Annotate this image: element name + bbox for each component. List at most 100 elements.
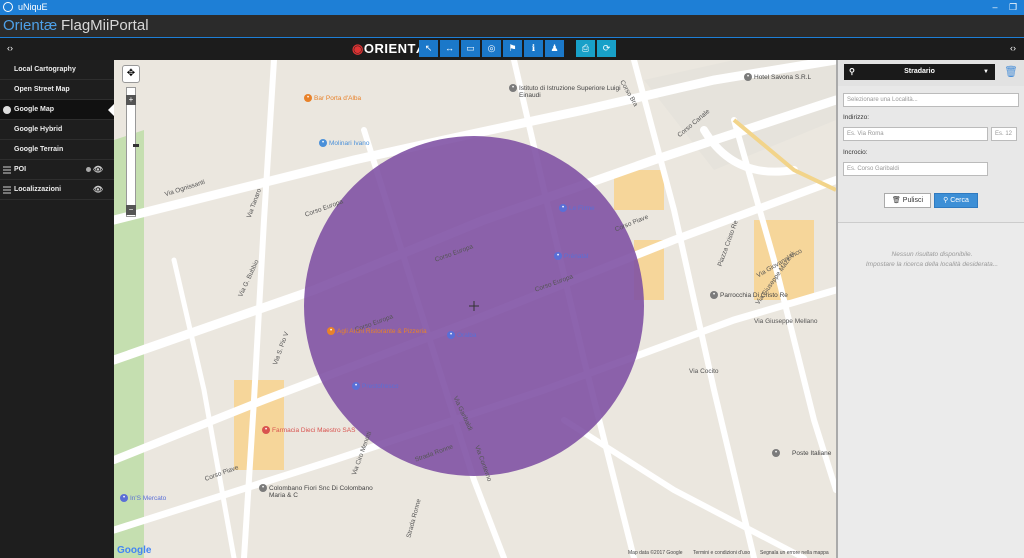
attribution-mapdata: Map data ©2017 Google: [628, 550, 683, 556]
search-mode-label: Stradario: [904, 68, 935, 75]
flag-icon[interactable]: ⚑: [503, 40, 522, 57]
map-toolbar: ‹› ◉ORIENTÆ ↖ ↔ ▭ ◎ ⚑ ℹ ♟ ⎙ ⟳ ‹›: [0, 38, 1024, 60]
group-label: Localizzazioni: [14, 186, 62, 193]
menu-icon: [3, 166, 11, 174]
address-input[interactable]: Es. Via Roma: [843, 127, 988, 141]
tool-group-main: ↖ ↔ ▭ ◎ ⚑ ℹ ♟: [419, 40, 564, 57]
layer-open-street-map[interactable]: Open Street Map: [0, 80, 114, 100]
group-localizzazioni[interactable]: Localizzazioni 👁: [0, 180, 114, 200]
print-icon[interactable]: ⎙: [576, 40, 595, 57]
poi-pin-icon[interactable]: •: [304, 94, 312, 102]
poi-label[interactable]: Bar Porta d'Alba: [314, 95, 361, 102]
poi-label[interactable]: Farmacia Dieci Maestro SAS: [272, 427, 355, 434]
layer-local-cartography[interactable]: Local Cartography: [0, 60, 114, 80]
attribution-report[interactable]: Segnala un errore nella mappa: [760, 550, 829, 556]
measure-distance-icon[interactable]: ↔: [440, 40, 459, 57]
poi-pin-icon[interactable]: •: [262, 426, 270, 434]
pan-control[interactable]: ✥: [122, 65, 140, 83]
poi-label[interactable]: Agli Archi Ristorante & Pizzeria: [337, 328, 427, 335]
app-icon: [3, 2, 13, 12]
eye-icon[interactable]: 👁: [93, 180, 103, 200]
address-label: Indirizzo:: [843, 114, 870, 121]
google-logo: Google: [117, 545, 152, 556]
empty-line-2: Impostare la ricerca della località desi…: [865, 261, 999, 268]
poi-pin-icon[interactable]: •: [509, 84, 517, 92]
zoom-in-button[interactable]: +: [126, 95, 136, 105]
collapse-right-icon[interactable]: ‹›: [1005, 41, 1021, 56]
refresh-icon[interactable]: ⟳: [597, 40, 616, 57]
poi-pin-icon[interactable]: •: [710, 291, 718, 299]
poi-label[interactable]: In'S Mercato: [130, 495, 166, 502]
poi-label[interactable]: Oralba: [457, 332, 477, 339]
empty-line-1: Nessun risultato disponibile.: [891, 251, 973, 258]
trash-icon[interactable]: 🗑: [1004, 65, 1018, 78]
portal-name: FlagMiiPortal: [61, 17, 149, 34]
map-canvas: [114, 60, 836, 558]
poi-pin-icon[interactable]: •: [259, 484, 267, 492]
info-icon[interactable]: ℹ: [524, 40, 543, 57]
poi-pin-icon[interactable]: •: [319, 139, 327, 147]
number-input[interactable]: Es. 12: [991, 127, 1017, 141]
app-brand: Orientæ: [3, 17, 58, 34]
poi-label[interactable]: Poste Italiane: [792, 450, 831, 457]
group-poi[interactable]: POI 👁: [0, 160, 114, 180]
poi-label[interactable]: Le Firme: [569, 205, 595, 212]
zoom-out-button[interactable]: −: [126, 205, 136, 215]
search-label: Cerca: [950, 197, 969, 204]
poi-pin-icon[interactable]: •: [744, 73, 752, 81]
attribution-terms[interactable]: Termini e condizioni d'uso: [693, 550, 750, 556]
collapse-left-icon[interactable]: ‹›: [2, 41, 18, 56]
search-button[interactable]: ⚲ Cerca: [934, 193, 978, 208]
poi-label[interactable]: Prénatal: [564, 253, 588, 260]
layer-google-hybrid[interactable]: Google Hybrid: [0, 120, 114, 140]
orientae-logo: ◉ORIENTÆ: [352, 41, 430, 56]
poi-pin-icon[interactable]: •: [772, 449, 780, 457]
search-panel: ⚲ Stradario ▼ 🗑 Selezionare una Località…: [836, 60, 1024, 558]
layer-label: Open Street Map: [14, 86, 70, 93]
crossing-label: Incrocio:: [843, 149, 868, 156]
status-dot-icon: [86, 167, 91, 172]
window-titlebar: uNiquE – ❐: [0, 0, 1024, 15]
poi-pin-icon[interactable]: •: [447, 331, 455, 339]
layer-google-map[interactable]: Google Map: [0, 100, 114, 120]
crossing-input[interactable]: Es. Corso Garibaldi: [843, 162, 988, 176]
street-label: Via Cocito: [689, 368, 719, 375]
poi-pin-icon[interactable]: •: [327, 327, 335, 335]
clear-label: Pulisci: [902, 197, 924, 204]
minimize-icon[interactable]: –: [986, 0, 1004, 15]
poi-pin-icon[interactable]: •: [120, 494, 128, 502]
magnifier-icon: ⚲: [943, 197, 949, 204]
restore-icon[interactable]: ❐: [1004, 0, 1022, 15]
locality-select[interactable]: Selezionare una Località...: [843, 93, 1019, 107]
zoom-knob[interactable]: [133, 144, 139, 147]
street-label: Via Giuseppe Mellano: [754, 318, 818, 325]
compass-icon[interactable]: ◎: [482, 40, 501, 57]
poi-pin-icon[interactable]: •: [559, 204, 567, 212]
layers-sidebar: Local Cartography Open Street Map Google M…: [0, 60, 114, 558]
poi-label[interactable]: Molinari Ivano: [329, 140, 369, 147]
poi-pin-icon[interactable]: •: [554, 252, 562, 260]
poi-label[interactable]: Hotel Savona S.R.L: [754, 74, 811, 81]
poi-pin-icon[interactable]: •: [352, 382, 360, 390]
poi-label[interactable]: Istituto di Istruzione Superiore Luigi E…: [519, 85, 629, 99]
layer-label: Google Hybrid: [14, 126, 63, 133]
user-icon[interactable]: ♟: [545, 40, 564, 57]
poi-label[interactable]: Parrocchia Di Cristo Re: [720, 292, 788, 299]
search-mode-select[interactable]: ⚲ Stradario ▼: [844, 64, 995, 80]
map-view[interactable]: ✥ + − Via Ognissanti Corso Europa Corso Eu…: [114, 60, 836, 558]
eye-icon[interactable]: 👁: [93, 160, 103, 180]
zoom-slider[interactable]: [126, 87, 139, 217]
group-label: POI: [14, 166, 27, 173]
rectangle-icon[interactable]: ▭: [461, 40, 480, 57]
select-arrow-icon[interactable]: ↖: [419, 40, 438, 57]
poi-label[interactable]: Colombano Fiori Snc Di Colombano Maria &…: [269, 485, 379, 499]
results-area: [838, 223, 1024, 558]
window-title: uNiquE: [18, 2, 48, 12]
layer-google-terrain[interactable]: Google Terrain: [0, 140, 114, 160]
layer-label: Google Terrain: [14, 146, 64, 153]
app-header: Orientæ FlagMiiPortal: [0, 15, 1024, 38]
clear-button[interactable]: 🗑 Pulisci: [884, 193, 931, 208]
search-icon: ⚲: [849, 67, 855, 76]
empty-results: Nessun risultato disponibile. Impostare …: [838, 250, 1024, 270]
poi-label[interactable]: Prestofresco: [362, 383, 399, 390]
